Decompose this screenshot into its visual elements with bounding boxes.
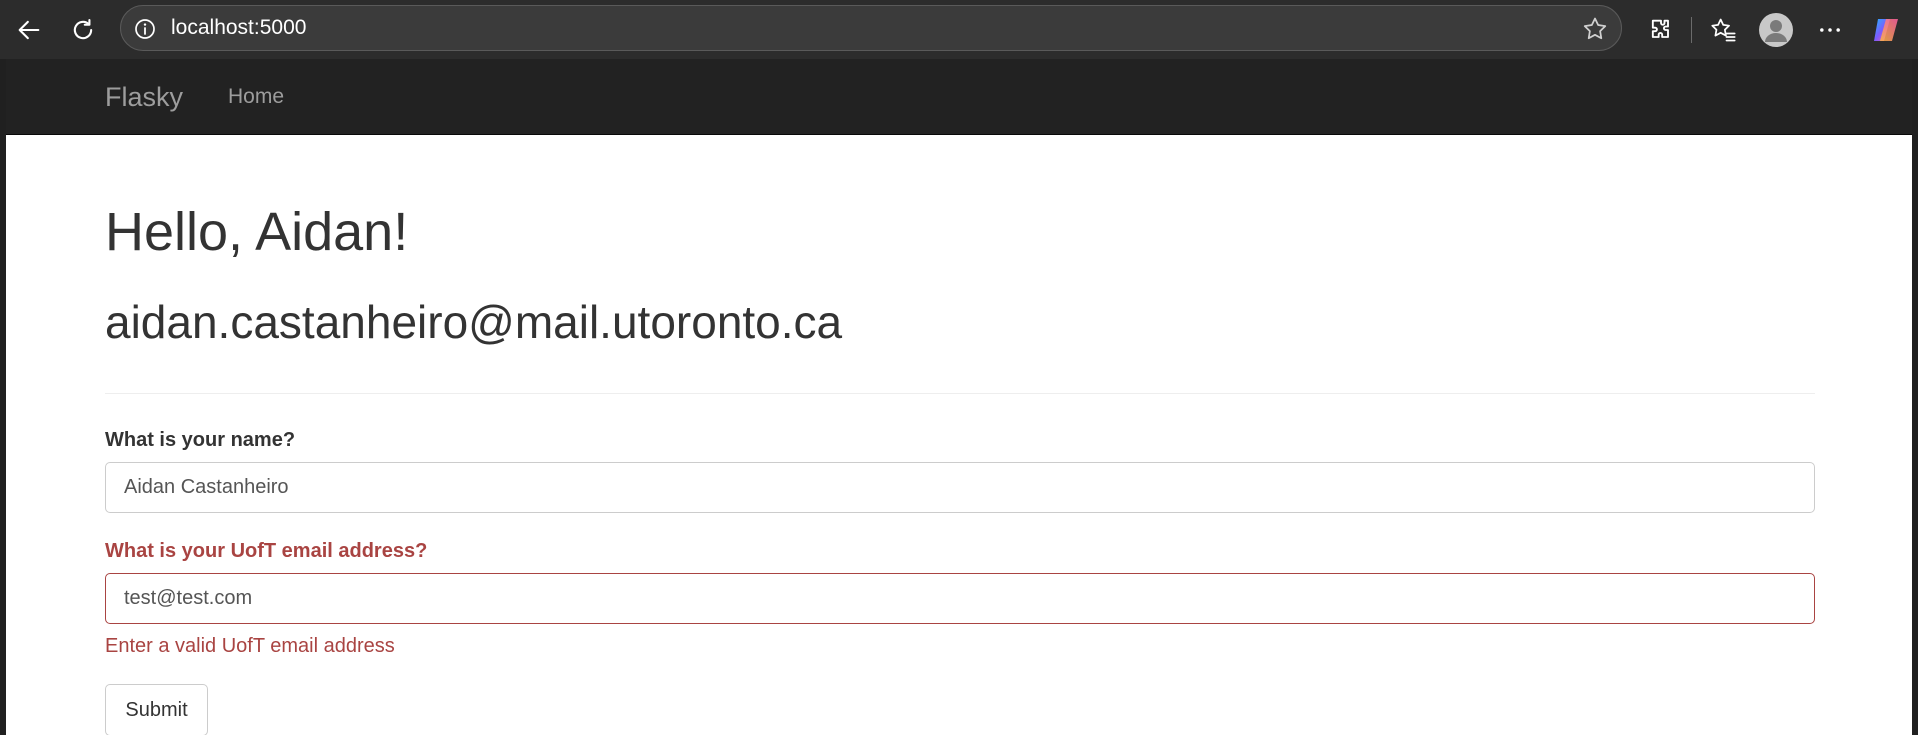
email-error-message: Enter a valid UofT email address [105,635,395,657]
favorites-icon [1711,18,1736,42]
email-heading: aidan.castanheiro@mail.utoronto.ca [105,296,843,348]
more-icon [1820,28,1840,32]
email-input[interactable]: test@test.com [105,573,1815,624]
back-icon [18,20,40,40]
navbar: Flasky Home [6,59,1912,135]
copilot-icon [1874,19,1898,41]
page-header-divider [105,393,1815,394]
more-button[interactable] [1809,9,1851,51]
address-bar[interactable]: localhost:5000 [120,5,1622,51]
site-info-icon[interactable] [133,17,157,41]
reload-button[interactable] [62,9,104,51]
nav-link-home[interactable]: Home [228,59,284,135]
submit-button[interactable]: Submit [105,684,208,735]
copilot-button[interactable] [1866,9,1908,51]
extensions-button[interactable] [1640,9,1682,51]
page-viewport: Flasky Home Hello, Aidan! aidan.castanhe… [6,59,1912,735]
reload-icon [73,19,93,40]
greeting-heading: Hello, Aidan! [105,202,409,262]
email-label: What is your UofT email address? [105,540,428,562]
profile-button[interactable] [1755,9,1797,51]
favorite-star-icon[interactable] [1581,15,1609,43]
favorites-button[interactable] [1702,9,1744,51]
name-input[interactable]: Aidan Castanheiro [105,462,1815,513]
profile-avatar-icon [1759,13,1793,47]
browser-toolbar: localhost:5000 [0,0,1918,59]
name-label: What is your name? [105,429,296,451]
navbar-brand[interactable]: Flasky [105,59,183,135]
extensions-icon [1651,19,1669,38]
url-text[interactable]: localhost:5000 [171,6,306,50]
back-button[interactable] [8,9,50,51]
toolbar-divider [1691,17,1692,43]
